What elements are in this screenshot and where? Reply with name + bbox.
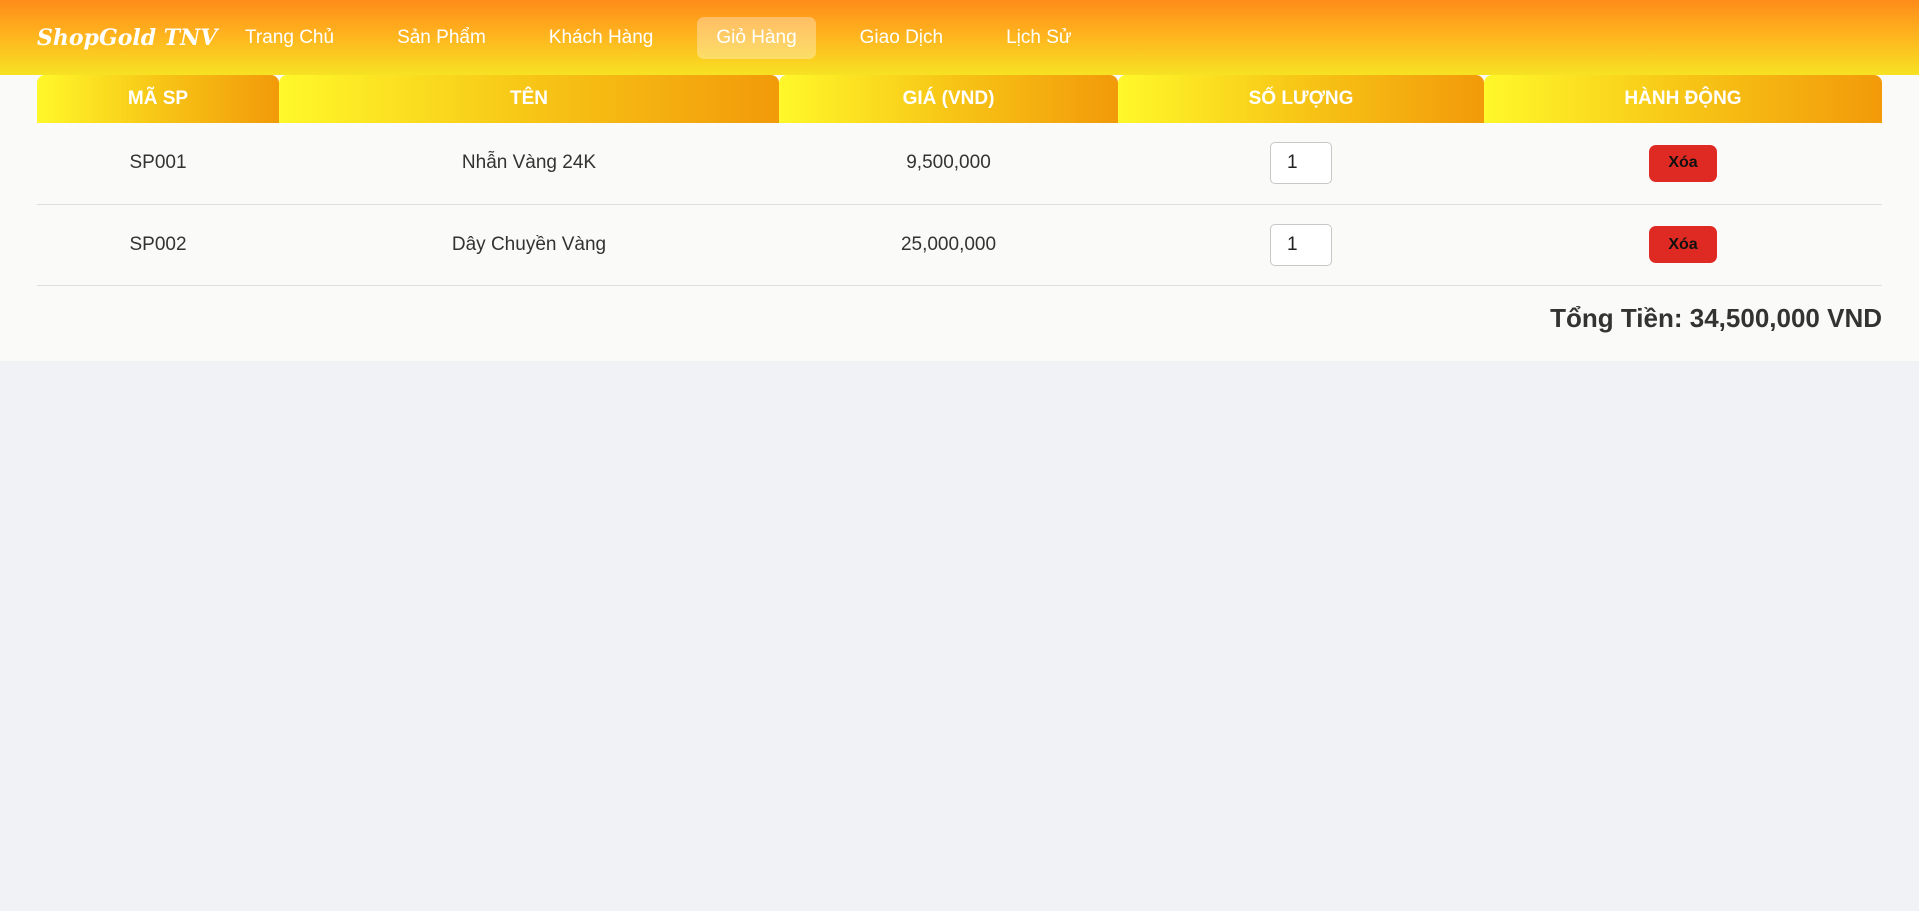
cart-panel: MÃ SP TÊN GIÁ (VND) SỐ LƯỢNG HÀNH ĐỘNG S…	[0, 75, 1919, 361]
nav-link-trang-chu[interactable]: Trang Chủ	[226, 17, 353, 59]
nav-link-san-pham[interactable]: Sản Phẩm	[378, 17, 505, 59]
quantity-cell	[1118, 204, 1484, 286]
product-name: Nhẫn Vàng 24K	[279, 123, 779, 205]
nav-link-gio-hang[interactable]: Giỏ Hàng	[697, 16, 816, 59]
quantity-input[interactable]	[1270, 223, 1332, 266]
product-price: 9,500,000	[779, 123, 1118, 205]
nav-link-giao-dich[interactable]: Giao Dịch	[841, 17, 962, 59]
cart-table: MÃ SP TÊN GIÁ (VND) SỐ LƯỢNG HÀNH ĐỘNG S…	[37, 75, 1882, 286]
quantity-cell	[1118, 123, 1484, 205]
table-row: SP002 Dây Chuyền Vàng 25,000,000 Xóa	[37, 204, 1882, 286]
action-cell: Xóa	[1484, 204, 1882, 286]
column-header-code: MÃ SP	[37, 75, 279, 123]
top-navbar: ShopGold TNV Trang Chủ Sản Phẩm Khách Hà…	[0, 0, 1919, 75]
brand-logo[interactable]: ShopGold TNV	[37, 25, 226, 51]
column-header-name: TÊN	[279, 75, 779, 123]
column-header-price: GIÁ (VND)	[779, 75, 1118, 123]
product-name: Dây Chuyền Vàng	[279, 204, 779, 286]
product-code: SP001	[37, 123, 279, 205]
column-header-action: HÀNH ĐỘNG	[1484, 75, 1882, 123]
cart-total: Tổng Tiền: 34,500,000 VND	[1550, 302, 1882, 333]
action-cell: Xóa	[1484, 123, 1882, 205]
product-price: 25,000,000	[779, 204, 1118, 286]
cart-table-header: MÃ SP TÊN GIÁ (VND) SỐ LƯỢNG HÀNH ĐỘNG	[37, 75, 1882, 123]
nav-link-lich-su[interactable]: Lịch Sử	[987, 17, 1091, 59]
table-row: SP001 Nhẫn Vàng 24K 9,500,000 Xóa	[37, 123, 1882, 205]
nav-links: Trang Chủ Sản Phẩm Khách Hàng Giỏ Hàng G…	[226, 16, 1116, 59]
product-code: SP002	[37, 204, 279, 286]
delete-button[interactable]: Xóa	[1649, 144, 1717, 182]
quantity-input[interactable]	[1270, 142, 1332, 185]
delete-button[interactable]: Xóa	[1649, 226, 1717, 263]
column-header-quantity: SỐ LƯỢNG	[1118, 75, 1484, 123]
nav-link-khach-hang[interactable]: Khách Hàng	[530, 17, 673, 59]
